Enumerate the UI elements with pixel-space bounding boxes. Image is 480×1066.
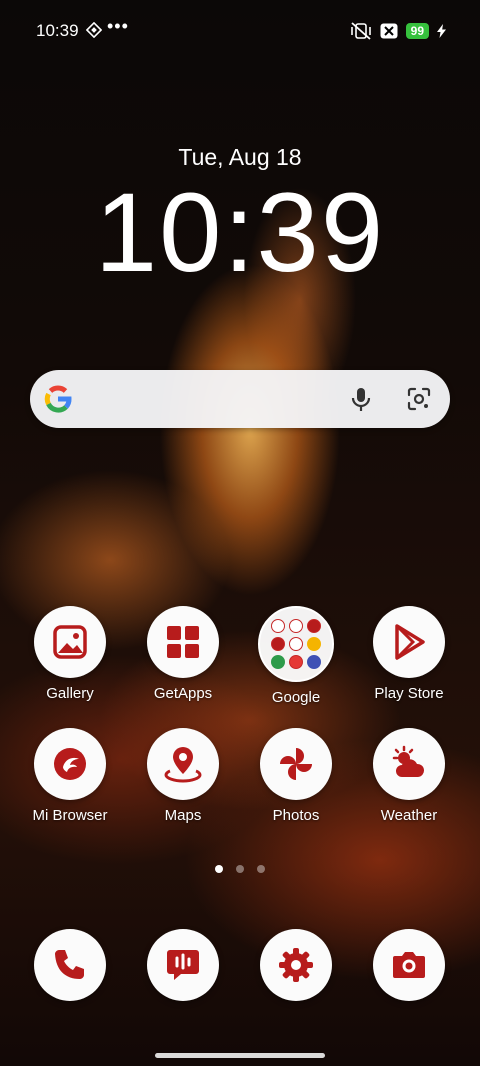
app-label: Weather <box>380 807 438 824</box>
battery-icon: 99 <box>405 23 429 39</box>
google-g-icon <box>44 385 72 413</box>
page-dot-active <box>215 865 223 873</box>
messages-icon <box>147 929 219 1001</box>
page-indicator <box>0 865 480 873</box>
settings-icon <box>260 929 332 1001</box>
app-label: Maps <box>164 807 202 824</box>
more-notifications-icon: ••• <box>107 16 129 36</box>
one-mini-icon <box>271 655 285 669</box>
phone-icon <box>34 929 106 1001</box>
dock-camera[interactable] <box>354 929 464 1001</box>
google-mini-icon <box>271 619 285 633</box>
maps-icon <box>147 728 219 800</box>
google-lens-icon[interactable] <box>406 386 432 412</box>
app-label: Photos <box>272 807 320 824</box>
app-play-store[interactable]: Play Store <box>354 606 464 702</box>
play-store-icon <box>373 606 445 678</box>
photos-icon <box>260 728 332 800</box>
sim-off-icon <box>380 23 398 39</box>
dock-messages[interactable] <box>128 929 238 1001</box>
notification-app-icon <box>86 22 102 38</box>
status-icons: 99 <box>350 22 446 40</box>
folder-icon <box>258 606 334 682</box>
app-photos[interactable]: Photos <box>241 728 351 824</box>
maps-mini-icon <box>289 655 303 669</box>
app-label: Mi Browser <box>32 807 108 824</box>
dock-settings[interactable] <box>241 929 351 1001</box>
app-label: Play Store <box>374 685 444 702</box>
microphone-icon[interactable] <box>348 386 374 412</box>
clock-time[interactable]: 10:39 <box>0 168 480 298</box>
charging-icon <box>437 24 446 38</box>
meet-mini-icon <box>307 637 321 651</box>
app-folder-google[interactable]: Google <box>241 606 351 706</box>
app-mi-browser[interactable]: Mi Browser <box>15 728 125 824</box>
mi-browser-icon <box>34 728 106 800</box>
app-getapps[interactable]: GetApps <box>128 606 238 702</box>
app-maps[interactable]: Maps <box>128 728 238 824</box>
app-gallery[interactable]: Gallery <box>15 606 125 702</box>
app-label: Gallery <box>46 685 94 702</box>
status-bar: 10:39 ••• 99 <box>0 0 480 62</box>
youtube-music-mini-icon <box>289 637 303 651</box>
date-text[interactable]: Tue, Aug 18 <box>0 144 480 171</box>
camera-icon <box>373 929 445 1001</box>
app-label: Google <box>271 689 321 706</box>
gmail-mini-icon <box>289 619 303 633</box>
dock-phone[interactable] <box>15 929 125 1001</box>
gallery-icon <box>34 606 106 678</box>
google-search-bar[interactable] <box>30 370 450 428</box>
app-weather[interactable]: Weather <box>354 728 464 824</box>
page-dot <box>236 865 244 873</box>
weather-icon <box>373 728 445 800</box>
app-label: GetApps <box>153 685 213 702</box>
assistant-mini-icon <box>307 655 321 669</box>
youtube-mini-icon <box>307 619 321 633</box>
page-dot <box>257 865 265 873</box>
mute-vibrate-icon <box>350 22 371 40</box>
getapps-icon <box>147 606 219 678</box>
drive-mini-icon <box>271 637 285 651</box>
home-indicator[interactable] <box>155 1053 325 1058</box>
status-time: 10:39 <box>36 21 79 40</box>
